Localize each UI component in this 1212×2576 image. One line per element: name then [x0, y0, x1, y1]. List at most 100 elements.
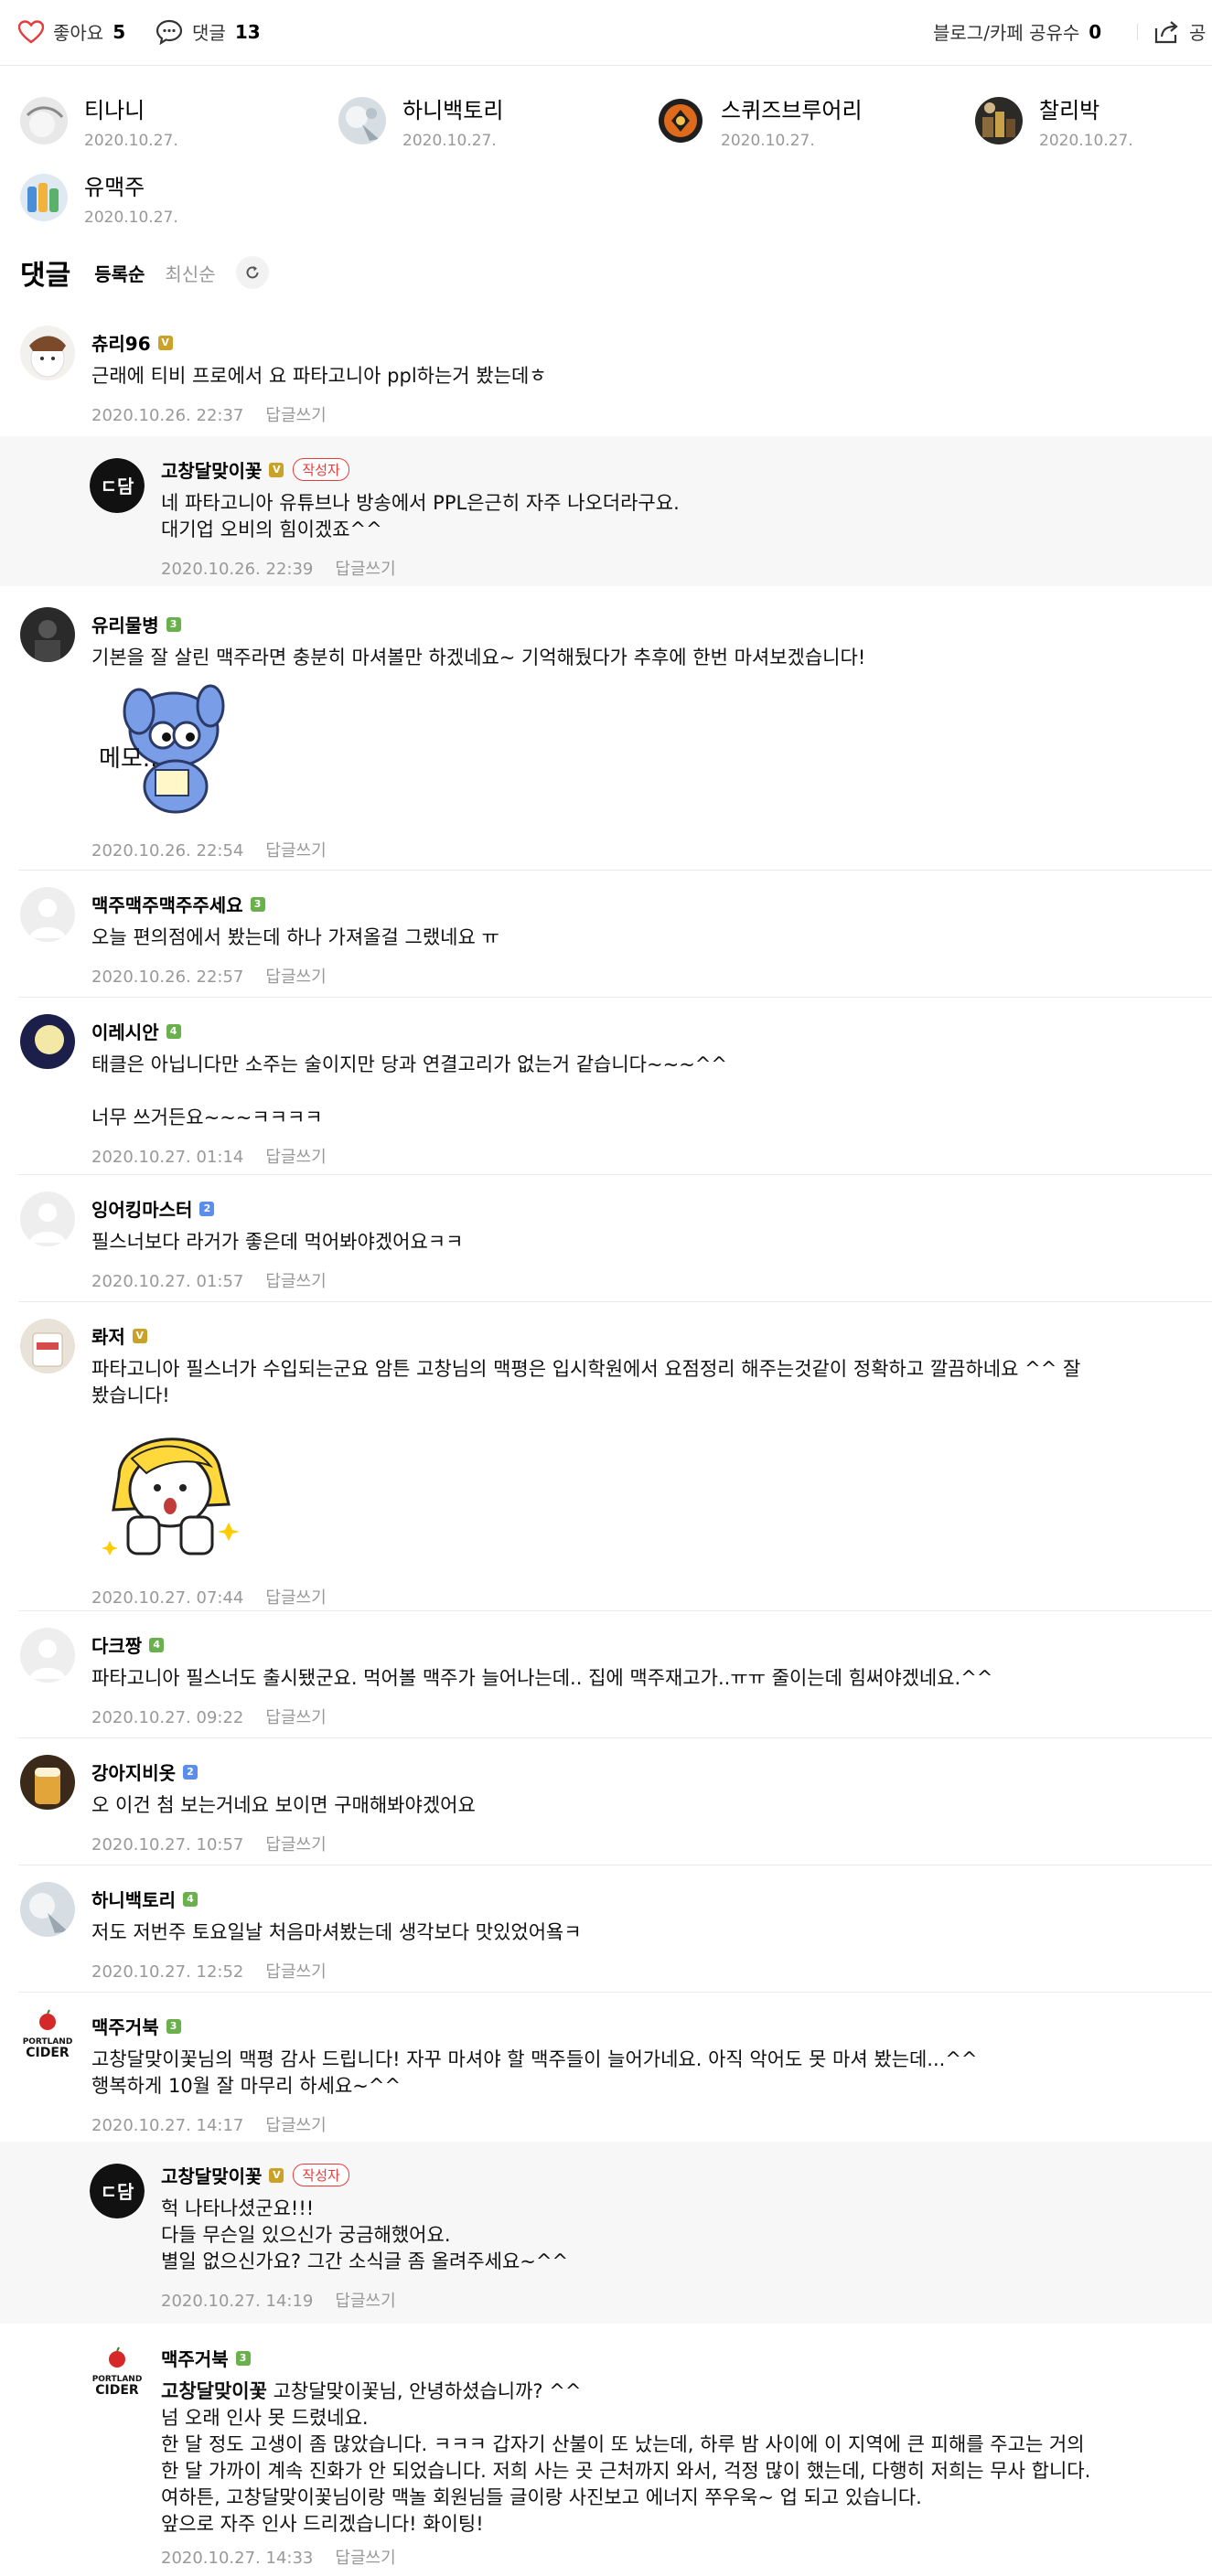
reply-button[interactable]: 답글쓰기	[265, 406, 326, 425]
liker-name: 찰리박	[1039, 98, 1100, 123]
avatar[interactable]: ㄷ담	[90, 458, 145, 513]
reply-button[interactable]: 답글쓰기	[265, 2116, 326, 2135]
comment-date: 2020.10.27. 10:57	[91, 1835, 244, 1855]
comment-author[interactable]: 다크짱	[91, 1631, 142, 1658]
comments-heading: 댓글	[20, 260, 71, 292]
like-button[interactable]: 좋아요 5	[18, 18, 125, 45]
mention-link[interactable]: 고창달맞이꽃	[161, 2380, 267, 2402]
liker-item[interactable]: 하니백토리 2020.10.27.	[338, 97, 503, 150]
comment-author[interactable]: 롸저	[91, 1322, 125, 1349]
comment-date: 2020.10.27. 14:33	[161, 2549, 314, 2568]
avatar[interactable]	[20, 1628, 75, 1683]
level-badge: 4	[149, 1637, 165, 1652]
comment-item: 다크짱 4 파타고니아 필스너도 출시됐군요. 먹어볼 맥주가 늘어나는데.. 집…	[0, 1611, 1212, 1738]
comment-item: 하니백토리 4 저도 저번주 토요일날 처음마셔봤는데 생각보다 맛있었어욬ㅋ 2…	[0, 1865, 1212, 1993]
reply-button[interactable]: 답글쓰기	[265, 1148, 326, 1167]
liker-date: 2020.10.27.	[84, 132, 178, 150]
comment-text: 필스너보다 라거가 좋은데 먹어봐야겠어요ㅋㅋ	[91, 1231, 464, 1253]
reply-button[interactable]: 답글쓰기	[335, 560, 395, 579]
share-count-link[interactable]: 블로그/카페 공유수 0	[933, 18, 1101, 45]
reply-item: PORTLAND CIDER 맥주거북 3 고창달맞이꽃 고창달맞이꽃님, 안녕하셨…	[0, 2330, 1212, 2576]
reply-button[interactable]: 답글쓰기	[265, 1708, 326, 1727]
avatar[interactable]: PORTLAND CIDER	[20, 2009, 75, 2064]
level-badge: 4	[166, 1023, 181, 1039]
comment-author[interactable]: 맥주거북	[161, 2345, 229, 2371]
sort-by-registered[interactable]: 등록순	[94, 260, 145, 286]
avatar	[975, 97, 1023, 144]
comment-author[interactable]: 맥주맥주맥주주세요	[91, 891, 243, 917]
avatar[interactable]	[20, 607, 75, 662]
level-badge: V	[269, 462, 284, 477]
reply-button[interactable]: 답글쓰기	[265, 1962, 326, 1982]
liker-date: 2020.10.27.	[84, 208, 178, 227]
reply-item: ㄷ담 고창달맞이꽃 V 작성자 네 파타고니아 유튜브나 방송에서 PPL은근히 자…	[0, 436, 1212, 586]
post-action-bar: 좋아요 5 댓글 13 블로그/카페 공유수 0 공	[0, 0, 1212, 66]
thumbs-up-sticker	[91, 1422, 1198, 1572]
comment-item: PORTLAND CIDER 맥주거북 3 고창달맞이꽃님의 맥평 감사 드립니다!…	[0, 1993, 1212, 2142]
comment-text: 파타고니아 필스너도 출시됐군요. 먹어볼 맥주가 늘어나는데.. 집에 맥주재…	[91, 1667, 993, 1689]
liker-item[interactable]: 티나니 2020.10.27.	[20, 97, 178, 150]
comment-date: 2020.10.27. 07:44	[91, 1588, 244, 1608]
comment-author[interactable]: 유리물병	[91, 611, 159, 637]
comment-date: 2020.10.26. 22:37	[91, 406, 244, 425]
refresh-button[interactable]	[235, 256, 269, 289]
avatar[interactable]: PORTLAND CIDER	[90, 2346, 145, 2401]
level-badge: 3	[166, 2018, 181, 2034]
comment-item: 롸저 V 파타고니아 필스너가 수입되는군요 암튼 고창님의 맥평은 입시학원에서…	[0, 1302, 1212, 1611]
comment-date: 2020.10.27. 14:19	[161, 2292, 314, 2311]
liker-date: 2020.10.27.	[1039, 132, 1133, 150]
comment-text: 오 이건 첨 보는거네요 보이면 구매해봐야겠어요	[91, 1794, 476, 1816]
level-badge: V	[132, 1328, 147, 1343]
avatar[interactable]	[20, 326, 75, 380]
reply-button[interactable]: 답글쓰기	[265, 1835, 326, 1855]
comment-text: 고창달맞이꽃님의 맥평 감사 드립니다! 자꾸 마셔야 할 맥주들이 늘어가네요…	[91, 2048, 978, 2097]
reply-button[interactable]: 답글쓰기	[265, 841, 326, 860]
avatar[interactable]	[20, 1882, 75, 1937]
comment-author[interactable]: 이레시안	[91, 1018, 159, 1044]
level-badge: 3	[235, 2350, 251, 2366]
share-icon	[1153, 19, 1180, 45]
comment-author[interactable]: 강아지비옷	[91, 1758, 176, 1785]
avatar[interactable]	[20, 1319, 75, 1374]
avatar[interactable]: ㄷ담	[90, 2164, 145, 2218]
comment-date: 2020.10.27. 01:57	[91, 1272, 244, 1291]
comments-page: 좋아요 5 댓글 13 블로그/카페 공유수 0 공 티나니 2020.10.27…	[0, 0, 1212, 2576]
comment-author[interactable]: 맥주거북	[91, 2013, 159, 2039]
comment-date: 2020.10.27. 14:17	[91, 2116, 244, 2135]
liker-date: 2020.10.27.	[721, 132, 815, 150]
liker-item[interactable]: 스퀴즈브루어리 2020.10.27.	[657, 97, 863, 150]
avatar[interactable]	[20, 1755, 75, 1810]
liker-item[interactable]: 찰리박 2020.10.27.	[975, 97, 1133, 150]
comment-text: 네 파타고니아 유튜브나 방송에서 PPL은근히 자주 나오더라구요. 대기업 …	[161, 492, 680, 540]
comment-text: 파타고니아 필스너가 수입되는군요 암튼 고창님의 맥평은 입시학원에서 요점정…	[91, 1358, 1081, 1406]
avatar[interactable]	[20, 887, 75, 942]
sort-by-latest[interactable]: 최신순	[165, 260, 215, 286]
liker-item[interactable]: 유맥주 2020.10.27.	[20, 174, 178, 227]
comment-author[interactable]: 고창달맞이꽃	[161, 2162, 262, 2188]
comment-author[interactable]: 잉어킹마스터	[91, 1195, 192, 1222]
comment-button[interactable]: 댓글 13	[156, 18, 261, 45]
avatar[interactable]	[20, 1014, 75, 1069]
avatar[interactable]	[20, 1192, 75, 1246]
comment-author[interactable]: 츄리96	[91, 329, 151, 356]
comment-date: 2020.10.26. 22:39	[161, 560, 314, 579]
divider	[1137, 24, 1138, 40]
liker-name: 유맥주	[84, 175, 145, 200]
comment-item: 이레시안 4 태클은 아닙니다만 소주는 술이지만 당과 연결고리가 없는거 같습…	[0, 998, 1212, 1175]
svg-text:CIDER: CIDER	[26, 2046, 70, 2060]
share-button[interactable]: 공	[1153, 18, 1206, 45]
level-badge: 4	[183, 1891, 198, 1907]
level-badge: 2	[199, 1201, 215, 1216]
reply-button[interactable]: 답글쓰기	[335, 2549, 395, 2568]
level-badge: 3	[166, 616, 181, 632]
reply-button[interactable]: 답글쓰기	[265, 1588, 326, 1608]
avatar	[20, 97, 68, 144]
comment-text: 태클은 아닙니다만 소주는 술이지만 당과 연결고리가 없는거 같습니다~~~^…	[91, 1053, 727, 1128]
avatar	[20, 174, 68, 221]
comment-text: 오늘 편의점에서 봤는데 하나 가져올걸 그랬네요 ㅠ	[91, 926, 499, 948]
reply-button[interactable]: 답글쓰기	[265, 967, 326, 987]
reply-button[interactable]: 답글쓰기	[335, 2292, 395, 2311]
comment-author[interactable]: 하니백토리	[91, 1886, 176, 1912]
reply-button[interactable]: 답글쓰기	[265, 1272, 326, 1291]
comment-author[interactable]: 고창달맞이꽃	[161, 456, 262, 483]
